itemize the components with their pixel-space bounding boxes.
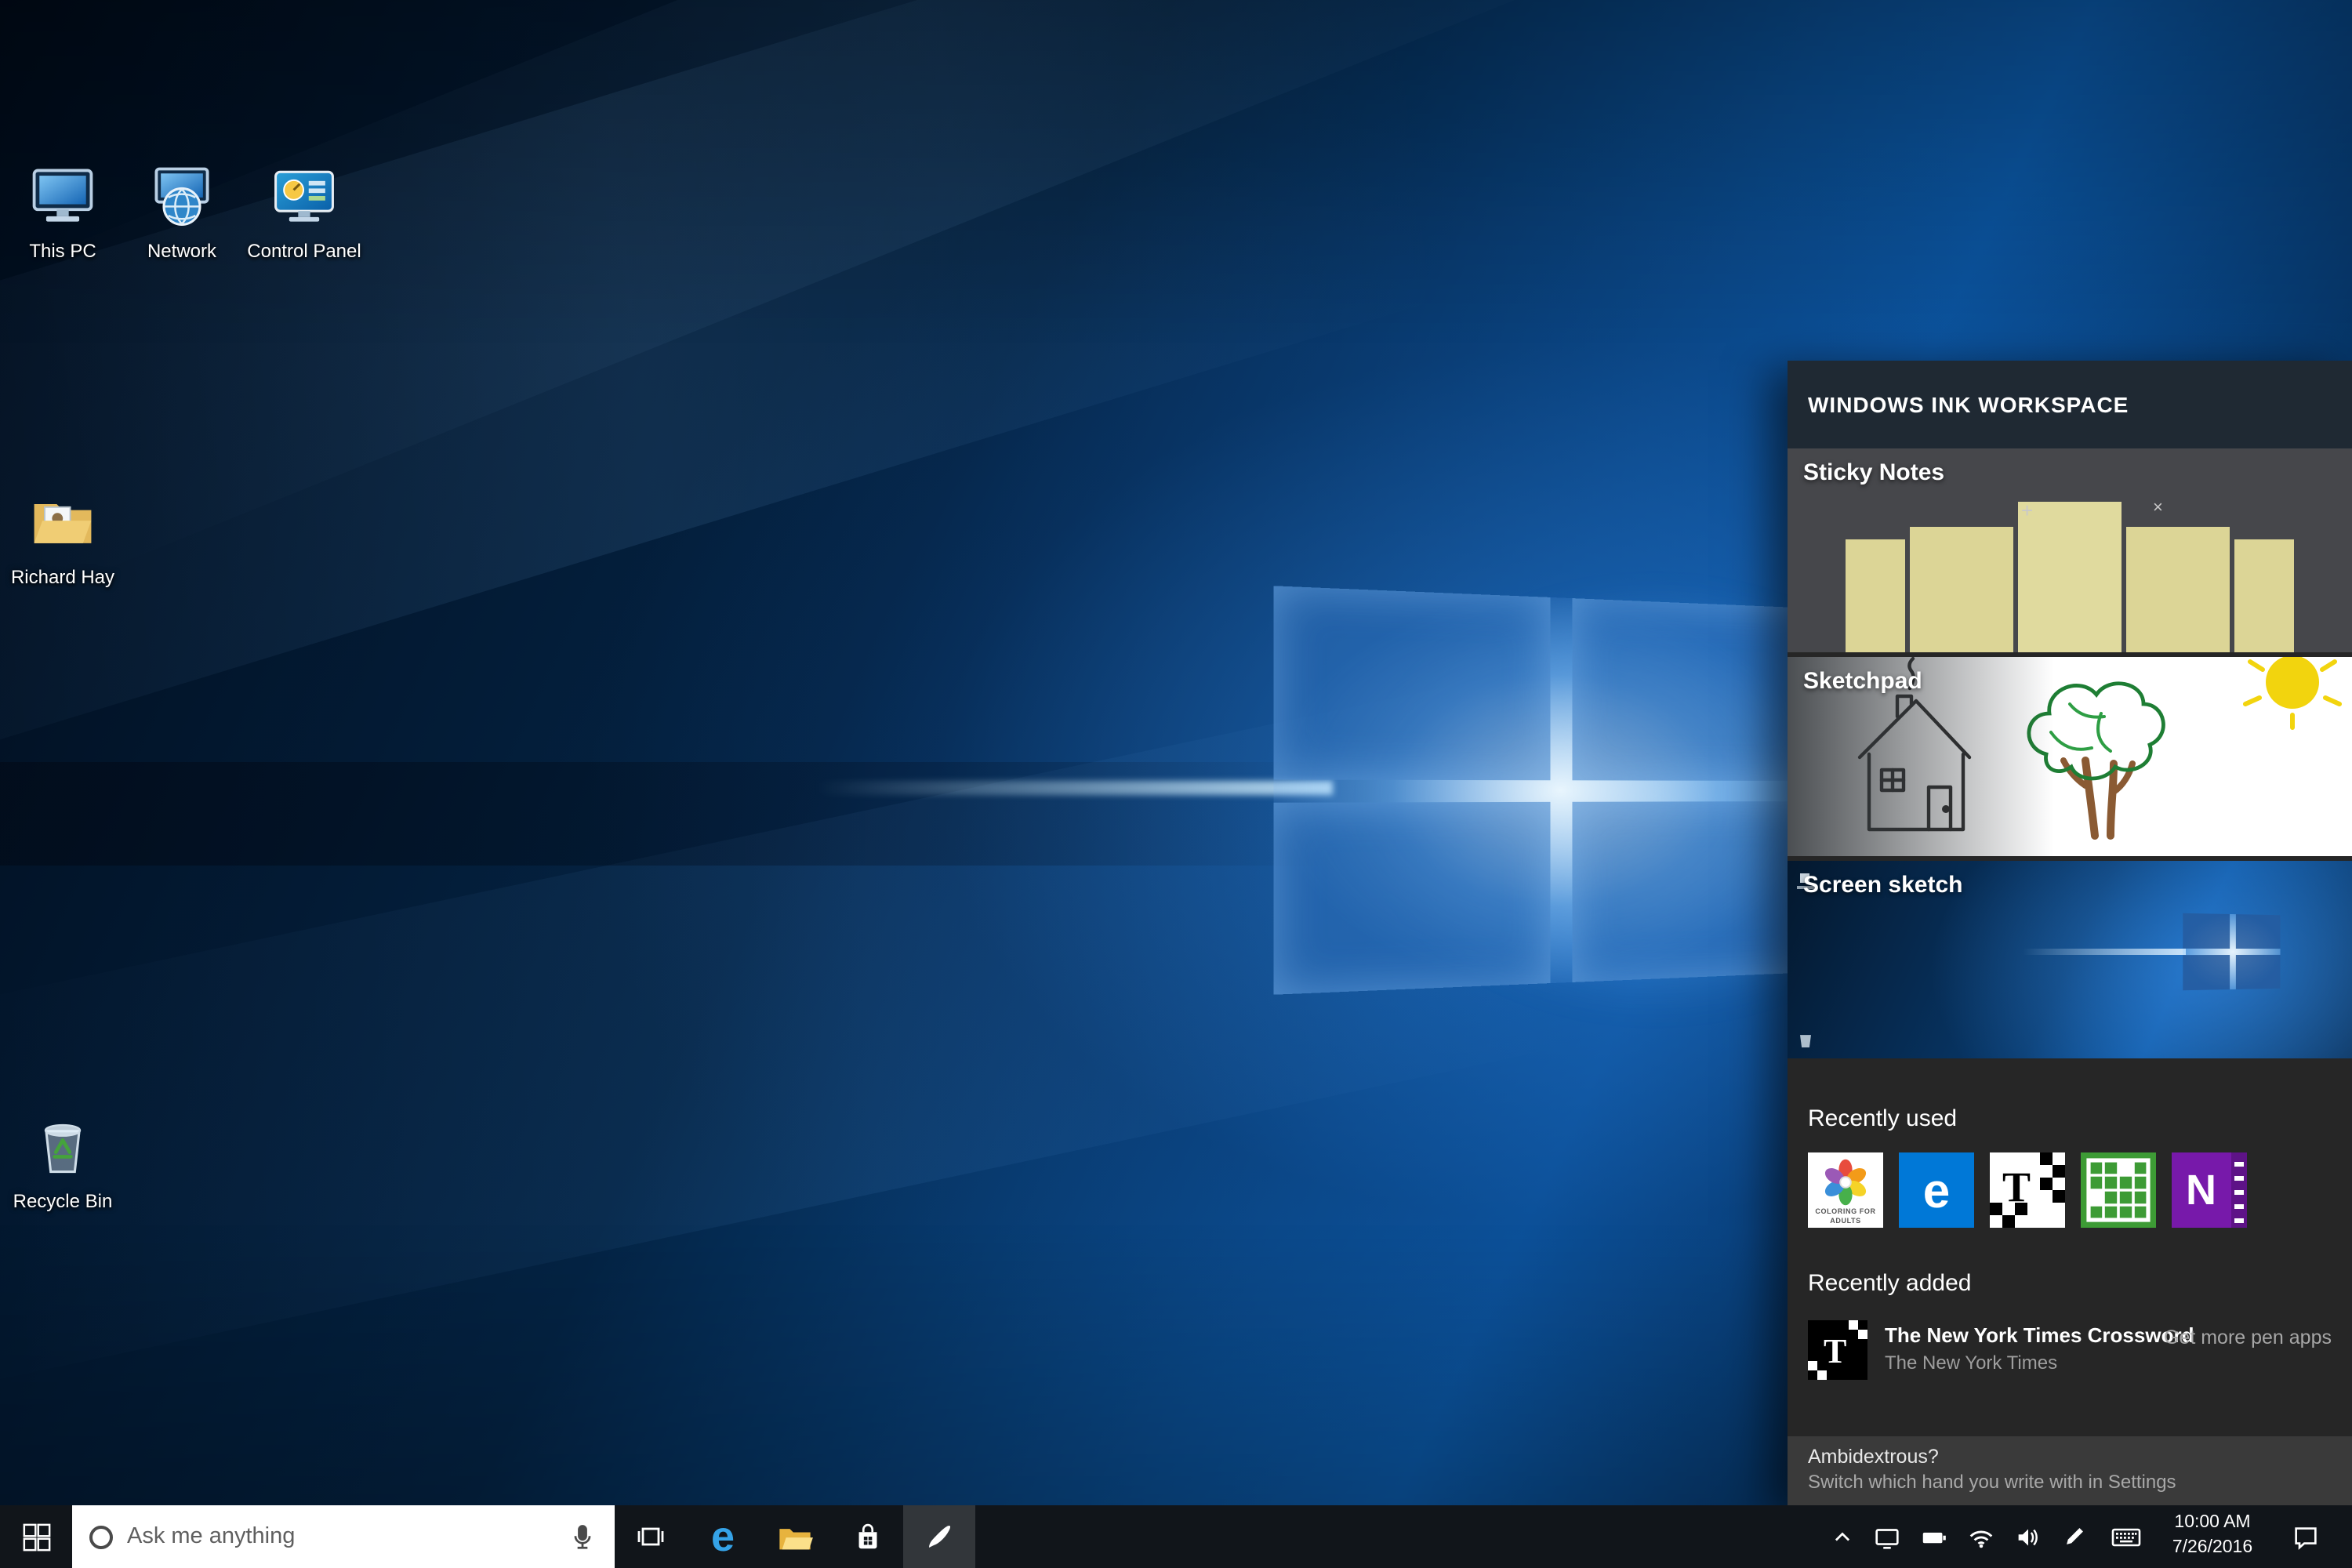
recently-used-title: Recently used xyxy=(1808,1105,2332,1132)
recently-added-app[interactable]: T The New York Times Crossword The New Y… xyxy=(1808,1320,2332,1380)
desktop-icon-recycle-bin[interactable]: Recycle Bin xyxy=(0,1107,125,1212)
action-center-icon xyxy=(2290,1522,2320,1552)
handedness-settings-link[interactable]: Ambidextrous? Switch which hand you writ… xyxy=(1788,1436,2352,1505)
taskbar-clock[interactable]: 10:00 AM 7/26/2016 xyxy=(2154,1512,2270,1561)
desktop-icon-label: Control Panel xyxy=(238,240,370,262)
network-tray-button[interactable] xyxy=(1957,1505,2004,1568)
touch-keyboard-button[interactable] xyxy=(2098,1505,2154,1568)
pen-icon xyxy=(2060,1523,2089,1551)
wifi-icon xyxy=(1965,1522,1995,1552)
sticky-note xyxy=(2018,502,2122,652)
control-panel-icon xyxy=(238,157,370,232)
clock-date: 7/26/2016 xyxy=(2154,1537,2270,1561)
file-explorer-icon xyxy=(776,1519,814,1554)
edge-icon: e xyxy=(711,1515,735,1558)
sketchpad-tile[interactable]: Sketchpad xyxy=(1788,657,2352,856)
app-number-grid-game[interactable] xyxy=(2081,1152,2156,1228)
add-note-icon: + xyxy=(2021,499,2033,522)
grid-icon xyxy=(2081,1152,2156,1228)
svg-text:T: T xyxy=(2002,1163,2031,1210)
ink-workspace-title: WINDOWS INK WORKSPACE xyxy=(1808,392,2129,417)
screen-sketch-label: Screen sketch xyxy=(1803,872,1962,898)
onenote-tabs-icon xyxy=(2172,1152,2247,1228)
desktop-icon-label: Network xyxy=(119,240,245,262)
nyt-crossword-icon: T xyxy=(1808,1320,1867,1380)
sticky-notes-preview: + × xyxy=(1846,502,2294,652)
action-center-button[interactable] xyxy=(2270,1505,2339,1568)
task-view-button[interactable] xyxy=(615,1505,687,1568)
sticky-note xyxy=(1846,539,1905,652)
clock-time: 10:00 AM xyxy=(2154,1512,2270,1537)
sticky-note xyxy=(2234,539,2294,652)
edge-taskbar-button[interactable]: e xyxy=(687,1505,759,1568)
footer-line1: Ambidextrous? xyxy=(1808,1446,2332,1468)
recently-used-apps: COLORING FOR ADULTS e T xyxy=(1808,1152,2332,1228)
sticky-note xyxy=(2126,527,2230,652)
store-icon xyxy=(851,1521,884,1552)
app-microsoft-edge[interactable]: e xyxy=(1899,1152,1974,1228)
recently-added-app-subtitle: The New York Times xyxy=(1885,1352,2194,1374)
sun-drawing xyxy=(2245,657,2339,728)
external-display-icon xyxy=(1871,1522,1901,1552)
desktop-icon-control-panel[interactable]: Control Panel xyxy=(238,157,370,262)
file-explorer-button[interactable] xyxy=(759,1505,831,1568)
desktop-screen: This PC Network xyxy=(0,0,2352,1568)
sketchpad-label: Sketchpad xyxy=(1803,668,1922,695)
task-view-icon xyxy=(635,1521,666,1552)
windows-ink-workspace-panel: WINDOWS INK WORKSPACE Sticky Notes + × xyxy=(1788,361,2352,1505)
ink-workspace-button[interactable] xyxy=(903,1505,975,1568)
pen-tray-button[interactable] xyxy=(2051,1505,2098,1568)
sticky-note xyxy=(1910,527,2013,652)
display-tray-button[interactable] xyxy=(1863,1505,1910,1568)
touch-keyboard-icon xyxy=(2111,1521,2142,1552)
desktop-icon-user-folder[interactable]: Richard Hay xyxy=(0,483,125,588)
store-button[interactable] xyxy=(831,1505,903,1568)
sticky-notes-tile[interactable]: Sticky Notes + × xyxy=(1788,448,2352,652)
windows-logo-icon xyxy=(21,1522,51,1552)
ink-workspace-pen-icon xyxy=(924,1521,955,1552)
mini-windows-logo xyxy=(2183,913,2280,991)
sticky-notes-label: Sticky Notes xyxy=(1803,459,1944,486)
recently-added-title: Recently added xyxy=(1808,1270,2332,1297)
app-onenote[interactable]: N xyxy=(2172,1152,2247,1228)
desktop-icon-this-pc[interactable]: This PC xyxy=(0,157,125,262)
microphone-icon[interactable] xyxy=(568,1522,597,1552)
battery-tray-button[interactable] xyxy=(1910,1505,1957,1568)
ink-workspace-header: WINDOWS INK WORKSPACE xyxy=(1788,361,2352,448)
desktop-icon-network[interactable]: Network xyxy=(119,157,245,262)
svg-text:T: T xyxy=(1824,1332,1846,1370)
close-icon: × xyxy=(2153,499,2163,517)
network-icon xyxy=(119,157,245,232)
crossword-icon: T xyxy=(1990,1152,2065,1228)
volume-icon xyxy=(2013,1522,2042,1552)
start-button[interactable] xyxy=(0,1505,72,1568)
recently-added-app-title: The New York Times Crossword xyxy=(1885,1323,2194,1347)
cortana-search-box[interactable] xyxy=(72,1505,615,1568)
show-hidden-icons-button[interactable] xyxy=(1822,1505,1863,1568)
chevron-up-icon xyxy=(1828,1523,1857,1551)
footer-line2: Switch which hand you write with in Sett… xyxy=(1808,1471,2332,1493)
edge-logo-icon: e xyxy=(1923,1166,1951,1214)
recycle-bin-icon xyxy=(0,1107,125,1182)
desktop-icon-label: Richard Hay xyxy=(0,566,125,588)
this-pc-icon xyxy=(0,157,125,232)
app-coloring-for-adults[interactable]: COLORING FOR ADULTS xyxy=(1808,1152,1883,1228)
mini-recycle-bin-icon xyxy=(1800,1033,1811,1047)
get-more-pen-apps-link[interactable]: Get more pen apps xyxy=(2164,1327,2332,1348)
taskbar: e xyxy=(0,1505,2352,1568)
cortana-icon xyxy=(89,1525,113,1548)
app-caption: COLORING FOR ADULTS xyxy=(1808,1207,1883,1225)
screen-sketch-tile[interactable]: Screen sketch xyxy=(1788,861,2352,1058)
battery-icon xyxy=(1918,1522,1948,1552)
search-input[interactable] xyxy=(127,1524,554,1549)
desktop-icon-label: Recycle Bin xyxy=(0,1190,125,1212)
app-nyt-crossword[interactable]: T xyxy=(1990,1152,2065,1228)
system-tray: 10:00 AM 7/26/2016 xyxy=(1822,1505,2352,1568)
user-folder-icon xyxy=(0,483,125,558)
volume-tray-button[interactable] xyxy=(2004,1505,2051,1568)
desktop-icon-label: This PC xyxy=(0,240,125,262)
